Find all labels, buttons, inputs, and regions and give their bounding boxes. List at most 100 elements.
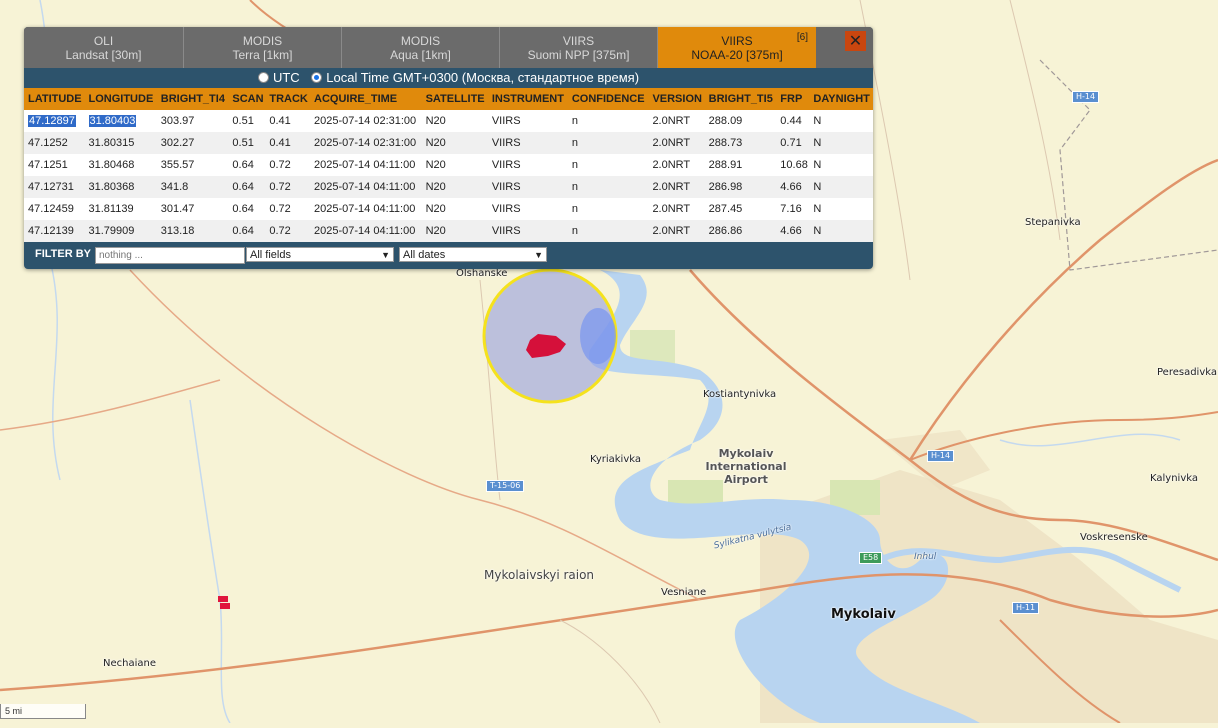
table-cell: 2.0NRT [648, 132, 705, 154]
table-cell: 355.57 [156, 154, 229, 176]
place-stepanivka: Stepanivka [1025, 217, 1081, 228]
table-cell: 2.0NRT [648, 198, 705, 220]
filter-input[interactable] [95, 247, 245, 264]
place-voskresenske: Voskresenske [1080, 532, 1148, 543]
table-cell: 0.64 [228, 220, 266, 242]
local-time-radio[interactable] [311, 72, 323, 84]
table-cell: 31.81139 [84, 198, 157, 220]
close-button[interactable]: ✕ [845, 31, 866, 51]
result-count-badge: [6] [796, 32, 808, 43]
table-cell: 0.51 [228, 132, 266, 154]
table-cell: 2025-07-14 04:11:00 [310, 198, 422, 220]
table-cell: n [567, 132, 649, 154]
filter-label: FILTER BY [35, 248, 92, 260]
fire-pixel-a[interactable] [218, 596, 228, 602]
table-cell: 288.91 [704, 154, 777, 176]
satellite-tabs: OLI Landsat [30m] MODIS Terra [1km] MODI… [24, 27, 873, 68]
table-row[interactable]: 47.12139 31.79909 313.18 0.64 0.72 2025-07-14… [24, 220, 873, 242]
table-cell: 2025-07-14 04:11:00 [310, 220, 422, 242]
date-select[interactable]: All dates ▼ [399, 247, 547, 262]
col-track[interactable]: TRACK [265, 88, 311, 110]
table-cell: 2025-07-14 04:11:00 [310, 154, 422, 176]
table-cell: n [567, 176, 649, 198]
tab-viirs-suomi[interactable]: VIIRS Suomi NPP [375m] [500, 27, 658, 68]
table-row[interactable]: 47.12897 31.80403 303.97 0.51 0.41 2025-07-14… [24, 110, 873, 132]
shield-h14-north: H-14 [1072, 91, 1100, 103]
local-time-option[interactable]: Local Time GMT+0300 (Москва, стандартное… [311, 70, 639, 85]
table-cell: 47.12897 [24, 110, 85, 132]
table-cell: 0.71 [776, 132, 810, 154]
fire-pixel-b[interactable] [220, 603, 230, 609]
table-cell: 47.1251 [24, 154, 85, 176]
table-cell: 2.0NRT [648, 154, 705, 176]
table-cell: 0.41 [265, 132, 311, 154]
table-row[interactable]: 47.1252 31.80315 302.27 0.51 0.41 2025-07-14 … [24, 132, 873, 154]
table-cell: VIIRS [487, 220, 568, 242]
table-cell: VIIRS [487, 176, 568, 198]
table-cell: VIIRS [487, 132, 568, 154]
table-cell: 301.47 [156, 198, 229, 220]
tab-modis-aqua[interactable]: MODIS Aqua [1km] [342, 27, 500, 68]
table-cell: 302.27 [156, 132, 229, 154]
table-cell: N20 [421, 110, 488, 132]
table-cell: 0.41 [265, 110, 311, 132]
table-cell: 303.97 [156, 110, 229, 132]
filter-bar: FILTER BY All fields▼ All dates▼ [24, 242, 873, 269]
place-kalynivka: Kalynivka [1150, 473, 1198, 484]
col-version[interactable]: VERSION [648, 88, 705, 110]
col-frp[interactable]: FRP [776, 88, 810, 110]
col-acquire-time[interactable]: ACQUIRE_TIME [310, 88, 422, 110]
col-bright-ti4[interactable]: BRIGHT_TI4 [156, 88, 229, 110]
place-vesniane: Vesniane [661, 587, 707, 598]
col-instrument[interactable]: INSTRUMENT [487, 88, 568, 110]
table-cell: N [809, 220, 873, 242]
field-select[interactable]: All fields ▼ [246, 247, 394, 262]
table-cell: 2.0NRT [648, 110, 705, 132]
table-cell: N [809, 198, 873, 220]
table-cell: 31.80403 [84, 110, 157, 132]
place-airport: Mykolaiv International Airport [705, 447, 787, 486]
place-kostiantynivka: Kostiantynivka [703, 389, 777, 400]
table-row[interactable]: 47.1251 31.80468 355.57 0.64 0.72 2025-07-14 … [24, 154, 873, 176]
tab-oli-landsat[interactable]: OLI Landsat [30m] [24, 27, 184, 68]
table-row[interactable]: 47.12731 31.80368 341.8 0.64 0.72 2025-07-14 … [24, 176, 873, 198]
col-latitude[interactable]: LATITUDE [24, 88, 85, 110]
tab-modis-terra[interactable]: MODIS Terra [1km] [184, 27, 342, 68]
table-cell: n [567, 198, 649, 220]
table-cell: 286.86 [704, 220, 777, 242]
col-confidence[interactable]: CONFIDENCE [567, 88, 649, 110]
table-cell: n [567, 110, 649, 132]
table-header-row: LATITUDE LONGITUDE BRIGHT_TI4 SCAN TRACK… [24, 88, 873, 110]
col-scan[interactable]: SCAN [228, 88, 266, 110]
fire-data-panel: OLI Landsat [30m] MODIS Terra [1km] MODI… [24, 27, 873, 269]
utc-radio[interactable] [257, 72, 269, 84]
shield-t1506: T-15-06 [486, 480, 525, 492]
place-raion: Mykolaivskyi raion [484, 568, 595, 582]
table-cell: 47.12139 [24, 220, 85, 242]
table-cell: N20 [421, 154, 488, 176]
utc-option[interactable]: UTC [257, 70, 300, 85]
table-cell: N20 [421, 176, 488, 198]
col-longitude[interactable]: LONGITUDE [84, 88, 157, 110]
tab-viirs-noaa20[interactable]: VIIRS NOAA-20 [375m] [6] [658, 27, 816, 68]
table-cell: N [809, 132, 873, 154]
table-cell: N [809, 154, 873, 176]
timezone-selector: UTC Local Time GMT+0300 (Москва, стандар… [24, 68, 873, 88]
table-cell: N [809, 176, 873, 198]
table-cell: 0.72 [265, 220, 311, 242]
table-cell: 2.0NRT [648, 220, 705, 242]
table-cell: 288.09 [704, 110, 777, 132]
table-cell: 4.66 [776, 176, 810, 198]
col-satellite[interactable]: SATELLITE [421, 88, 488, 110]
table-cell: 2.0NRT [648, 176, 705, 198]
table-row[interactable]: 47.12459 31.81139 301.47 0.64 0.72 2025-07-14… [24, 198, 873, 220]
table-cell: N [809, 110, 873, 132]
place-peresadivka: Peresadivka [1157, 367, 1217, 378]
col-bright-ti5[interactable]: BRIGHT_TI5 [704, 88, 777, 110]
table-cell: 0.51 [228, 110, 266, 132]
table-cell: VIIRS [487, 198, 568, 220]
table-cell: 31.80368 [84, 176, 157, 198]
table-cell: 286.98 [704, 176, 777, 198]
col-daynight[interactable]: DAYNIGHT [809, 88, 873, 110]
table-cell: 0.72 [265, 198, 311, 220]
